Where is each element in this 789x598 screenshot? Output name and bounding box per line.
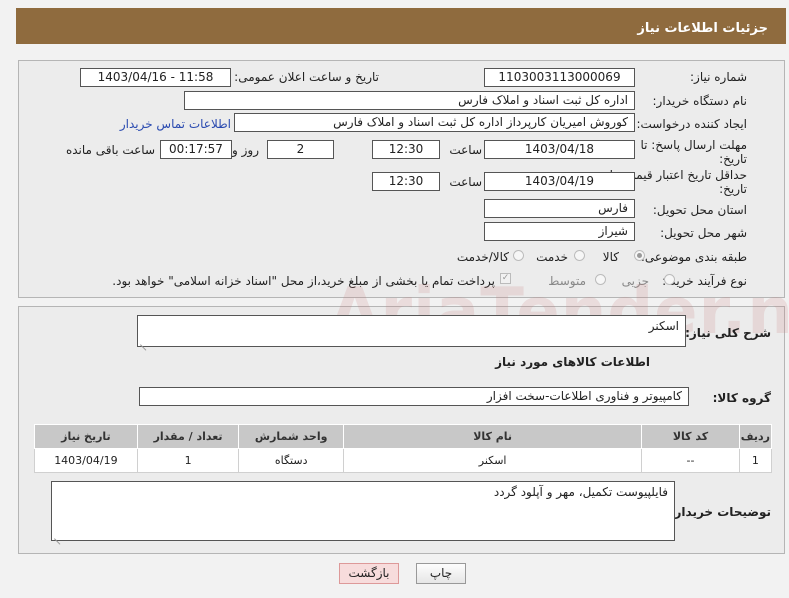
city-label: شهر محل تحویل: [660,226,747,240]
category-radio-both[interactable] [513,250,524,261]
category-goods-label: کالا [602,250,619,264]
cell-unit: دستگاه [238,448,344,473]
items-table-header: ردیف کد کالا نام کالا واحد شمارش تعداد /… [34,424,773,449]
buyer-org-label: نام دستگاه خریدار: [652,94,748,108]
province-label: استان محل تحویل: [652,203,747,217]
resize-handle[interactable] [140,337,148,345]
remaining-label: ساعت باقی مانده [65,143,155,157]
city-field[interactable]: شیراز [484,222,635,241]
cell-item-code: -- [641,448,740,473]
remaining-time-field[interactable]: 00:17:57 [160,140,232,159]
buyer-notes-field[interactable]: فایلپیوست تکمیل، مهر و آپلود گردد [51,481,675,541]
items-table: ردیف کد کالا نام کالا واحد شمارش تعداد /… [34,424,773,473]
buyer-notes-label: توضیحات خریدار: [669,505,771,519]
deadline-label: مهلت ارسال پاسخ: تا تاریخ: [640,138,747,166]
items-heading: اطلاعات کالاهای مورد نیاز [495,355,650,369]
cell-quantity: 1 [136,448,240,473]
col-need-date: تاریخ نیاز [34,424,138,449]
buyer-notes-text: فایلپیوست تکمیل، مهر و آپلود گردد [493,485,668,499]
days-field[interactable]: 2 [267,140,334,159]
need-description-text: اسکنر [648,319,679,333]
col-item-code: کد کالا [641,424,740,449]
price-valid-time-label: ساعت [449,175,482,189]
goods-group-label: گروه کالا: [712,391,771,405]
deadline-time-label: ساعت [449,143,482,157]
cell-item-name: اسکنر [342,448,643,473]
category-radio-service[interactable] [574,250,585,261]
resize-handle[interactable] [54,531,62,539]
need-number-label: شماره نیاز: [690,70,747,84]
col-quantity: تعداد / مقدار [136,424,240,449]
category-radio-goods[interactable] [634,250,645,261]
need-description-label: شرح کلی نیاز: [685,326,771,340]
announce-datetime-field[interactable]: 1403/04/16 - 11:58 [80,68,231,87]
price-valid-time-field[interactable]: 12:30 [372,172,440,191]
cell-need-date: 1403/04/19 [34,448,138,473]
deadline-date-field[interactable]: 1403/04/18 [484,140,635,159]
creator-label: ایجاد کننده درخواست: [636,117,747,131]
province-field[interactable]: فارس [484,199,635,218]
page-header: جزئیات اطلاعات نیاز [16,8,786,44]
table-row: 1 -- اسکنر دستگاه 1 1403/04/19 [34,448,773,473]
creator-field[interactable]: کوروش امیریان کارپرداز اداره کل ثبت اسنا… [234,113,635,132]
back-button[interactable]: بازگشت [339,563,399,584]
goods-group-field[interactable]: کامپیوتر و فناوری اطلاعات-سخت افزار [139,387,689,406]
category-both-label: کالا/خدمت [456,250,509,264]
price-valid-date-field[interactable]: 1403/04/19 [484,172,635,191]
col-row-number: ردیف [738,424,773,449]
need-number-field[interactable]: 1103003113000069 [484,68,635,87]
days-label: روز و [232,143,259,157]
need-description-field[interactable]: اسکنر [137,315,686,347]
print-button[interactable]: چاپ [416,563,466,584]
col-unit: واحد شمارش [238,424,344,449]
deadline-time-field[interactable]: 12:30 [372,140,440,159]
category-service-label: خدمت [536,250,568,264]
contact-buyer-link[interactable]: اطلاعات تماس خریدار [120,117,231,131]
col-item-name: نام کالا [342,424,643,449]
announce-datetime-label: تاریخ و ساعت اعلان عمومی: [234,70,379,84]
cell-row-number: 1 [738,448,773,473]
category-label: طبقه بندی موضوعی: [640,250,747,264]
buyer-org-field[interactable]: اداره کل ثبت اسناد و املاک فارس [184,91,635,110]
